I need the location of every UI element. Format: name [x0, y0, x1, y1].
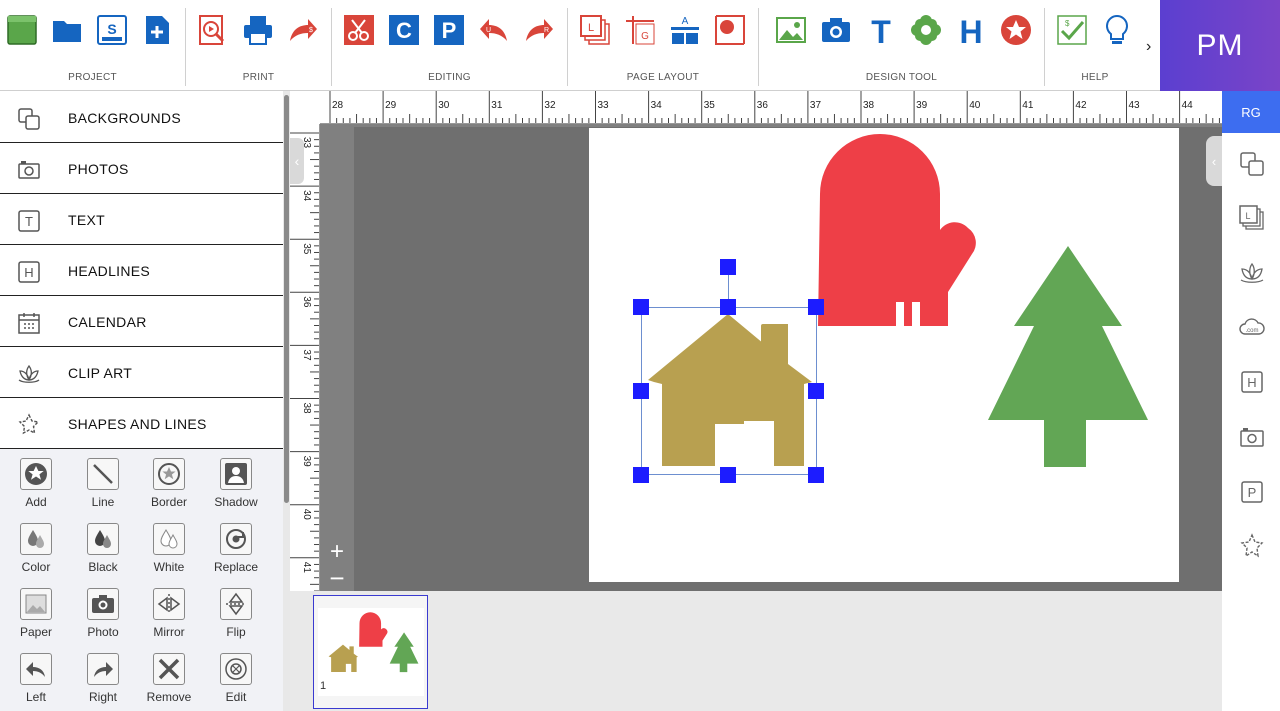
svg-text:.com: .com	[1245, 328, 1258, 334]
zoom-out-button[interactable]: −	[326, 565, 348, 591]
page-thumbnail-preview	[318, 608, 424, 696]
layout-icon[interactable]: L	[1238, 204, 1266, 232]
app-window: S PROJECT $ PRINT C P U R EDITING L G A …	[0, 0, 1280, 711]
svg-text:L: L	[1245, 211, 1250, 221]
right-rail	[1222, 91, 1280, 711]
tree-shape[interactable]	[988, 246, 1148, 467]
rotate-handle[interactable]	[720, 259, 736, 275]
selection-box	[641, 307, 817, 475]
zoom-in-button[interactable]: +	[326, 540, 348, 564]
resize-handle-left[interactable]	[633, 383, 649, 399]
svg-text:H: H	[1247, 375, 1256, 390]
backgrounds-icon[interactable]	[1238, 150, 1266, 178]
svg-text:P: P	[1248, 485, 1257, 500]
resize-handle-bottom-left[interactable]	[633, 467, 649, 483]
headline-icon[interactable]: H	[1238, 368, 1266, 396]
lotus-icon[interactable]	[1238, 259, 1266, 287]
parking-icon[interactable]: P	[1238, 478, 1266, 506]
user-badge[interactable]: RG	[1222, 91, 1280, 133]
page-thumbnail[interactable]: 1	[313, 595, 428, 709]
resize-handle-top[interactable]	[720, 299, 736, 315]
resize-handle-bottom-right[interactable]	[808, 467, 824, 483]
page-number: 1	[320, 680, 327, 692]
collapse-right-panel-chevron-icon[interactable]: ‹	[1206, 136, 1222, 186]
resize-handle-top-right[interactable]	[808, 299, 824, 315]
dotcom-cloud-icon[interactable]: .com	[1238, 313, 1266, 341]
page-thumbnail-strip	[290, 591, 1222, 711]
resize-handle-right[interactable]	[808, 383, 824, 399]
star-outline-icon[interactable]	[1238, 532, 1266, 560]
resize-handle-bottom[interactable]	[720, 467, 736, 483]
resize-handle-top-left[interactable]	[633, 299, 649, 315]
mitten-shape[interactable]	[818, 134, 976, 334]
camera-icon[interactable]	[1238, 423, 1266, 451]
thumbnail-artwork	[328, 612, 419, 673]
